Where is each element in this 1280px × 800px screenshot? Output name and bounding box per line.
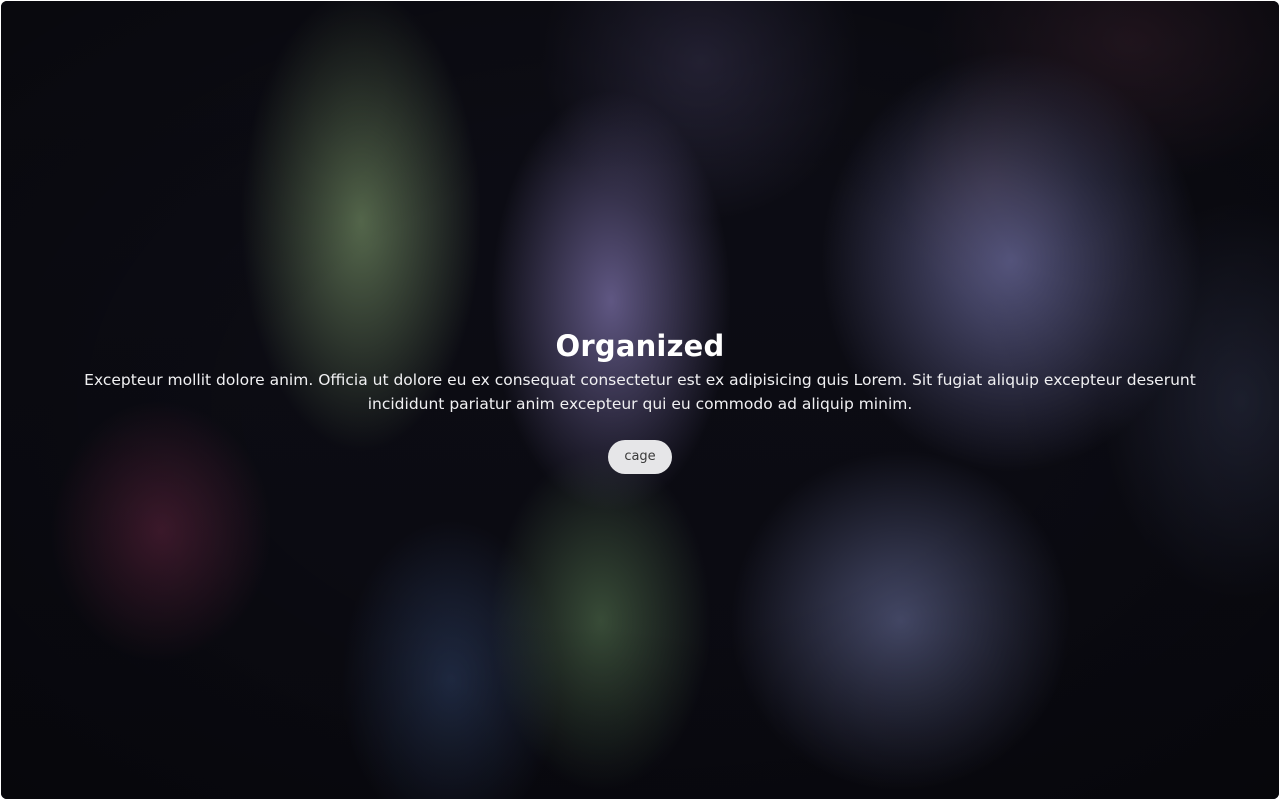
hero-description: Excepteur mollit dolore anim. Officia ut… [84,371,1196,413]
hero-section: Organized Excepteur mollit dolore anim. … [41,327,1239,474]
cta-button[interactable]: cage [608,440,672,474]
page-frame: Organized Excepteur mollit dolore anim. … [1,1,1279,799]
hero-title: Organized [555,329,725,363]
